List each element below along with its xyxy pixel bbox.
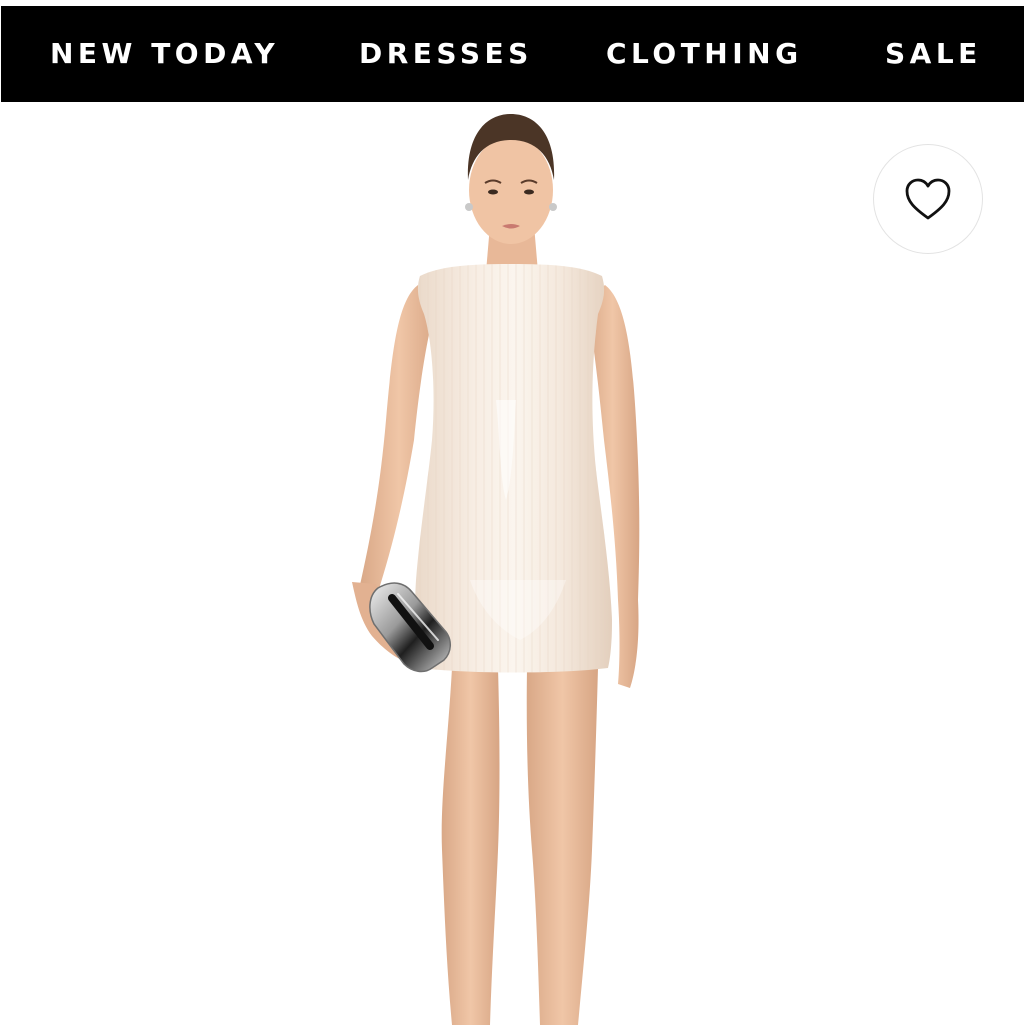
top-navigation-bar: NEW TODAY DRESSES CLOTHING SALE <box>1 6 1024 102</box>
nav-item-sale[interactable]: SALE <box>885 6 982 102</box>
nav-item-clothing[interactable]: CLOTHING <box>606 6 803 102</box>
heart-outline-icon <box>905 178 951 220</box>
wishlist-button[interactable] <box>873 144 983 254</box>
nav-item-new-today[interactable]: NEW TODAY <box>50 6 279 102</box>
nav-item-dresses[interactable]: DRESSES <box>359 6 533 102</box>
product-page: NEW TODAY DRESSES CLOTHING SALE <box>0 0 1025 1025</box>
product-image <box>352 114 640 1025</box>
